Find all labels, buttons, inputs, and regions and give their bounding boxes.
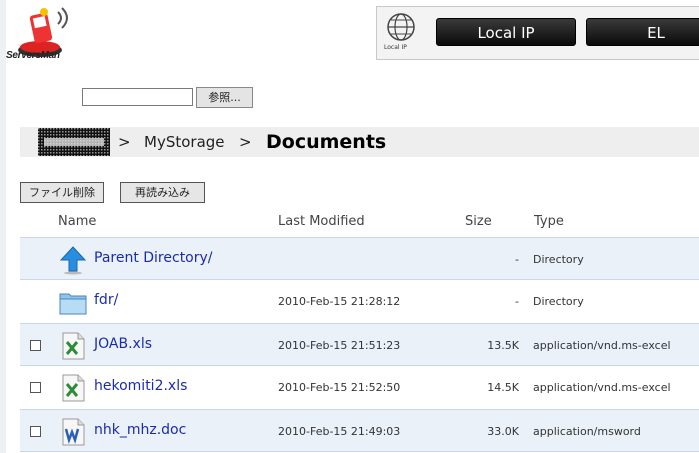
browse-button[interactable]: 参照... <box>196 87 253 108</box>
page-title: Documents <box>266 131 387 153</box>
globe-icon <box>387 13 415 41</box>
storage-logo-icon[interactable] <box>38 128 110 156</box>
breadcrumb-separator: > <box>118 133 131 151</box>
reload-button[interactable]: 再読み込み <box>120 182 205 203</box>
table-row: hekomiti2.xls 2010-Feb-15 21:52:50 14.5K… <box>20 366 699 409</box>
file-type: application/msword <box>533 425 641 438</box>
file-size: 33.0K <box>487 425 519 438</box>
row-checkbox[interactable] <box>30 382 41 393</box>
globe-label: Local IP <box>384 44 407 51</box>
file-path-input[interactable] <box>82 88 193 106</box>
breadcrumb-separator: > <box>239 133 252 151</box>
column-header-type[interactable]: Type <box>534 214 564 229</box>
file-type: application/vnd.ms-excel <box>533 339 671 352</box>
file-size: - <box>515 253 519 266</box>
file-type: Directory <box>533 295 584 308</box>
table-row: fdr/ 2010-Feb-15 21:28:12 - Directory <box>20 280 699 323</box>
excel-file-icon[interactable] <box>58 373 88 403</box>
file-modified: 2010-Feb-15 21:51:23 <box>278 339 401 352</box>
arrow-up-icon[interactable] <box>58 245 88 275</box>
row-checkbox[interactable] <box>30 426 41 437</box>
breadcrumb-link-mystorage[interactable]: MyStorage <box>144 133 225 151</box>
column-header-size[interactable]: Size <box>465 214 492 229</box>
file-size: - <box>515 295 519 308</box>
table-row: JOAB.xls 2010-Feb-15 21:51:23 13.5K appl… <box>20 323 699 366</box>
file-link[interactable]: Parent Directory/ <box>94 250 213 266</box>
file-modified: 2010-Feb-15 21:28:12 <box>278 295 401 308</box>
delete-file-button[interactable]: ファイル削除 <box>20 182 104 203</box>
file-modified: 2010-Feb-15 21:52:50 <box>278 381 401 394</box>
excel-file-icon[interactable] <box>58 331 88 361</box>
file-link[interactable]: nhk_mhz.doc <box>94 422 186 438</box>
file-size: 13.5K <box>487 339 519 352</box>
file-type: application/vnd.ms-excel <box>533 381 671 394</box>
left-edge-strip <box>0 0 6 453</box>
table-row: nhk_mhz.doc 2010-Feb-15 21:49:03 33.0K a… <box>20 409 699 452</box>
table-row: Parent Directory/ - Directory <box>20 237 699 280</box>
folder-icon[interactable] <box>58 287 88 317</box>
logo-text: ServersMan <box>6 50 60 61</box>
column-header-modified[interactable]: Last Modified <box>278 214 365 229</box>
file-modified: 2010-Feb-15 21:49:03 <box>278 425 401 438</box>
file-link[interactable]: fdr/ <box>94 292 118 308</box>
el-button[interactable]: EL <box>586 18 699 46</box>
local-ip-button[interactable]: Local IP <box>436 18 576 46</box>
word-file-icon[interactable] <box>58 417 88 447</box>
column-header-name[interactable]: Name <box>58 214 96 229</box>
file-type: Directory <box>533 253 584 266</box>
file-size: 14.5K <box>487 381 519 394</box>
file-link[interactable]: JOAB.xls <box>94 336 152 352</box>
file-link[interactable]: hekomiti2.xls <box>94 378 187 394</box>
row-checkbox[interactable] <box>30 340 41 351</box>
